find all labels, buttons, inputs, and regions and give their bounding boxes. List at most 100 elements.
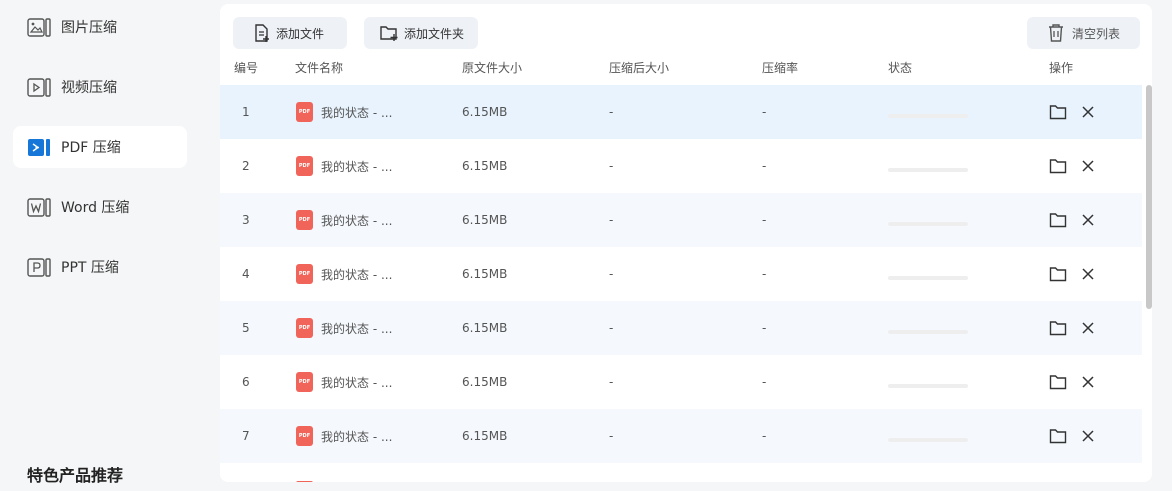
original-size: 6.15MB	[462, 213, 508, 227]
file-name: 我的状态 - ...	[321, 105, 393, 120]
compression-ratio: -	[762, 321, 767, 335]
sidebar-item-pdf-compress[interactable]: PDF 压缩	[13, 126, 187, 168]
clear-list-button[interactable]: 清空列表	[1027, 17, 1140, 49]
open-folder-icon[interactable]	[1048, 372, 1068, 392]
progress-bar	[888, 168, 968, 172]
sidebar-item-image-compress[interactable]: 图片压缩	[13, 6, 187, 48]
open-folder-icon[interactable]	[1048, 210, 1068, 230]
compression-ratio: -	[762, 159, 767, 173]
add-folder-button[interactable]: 添加文件夹	[364, 17, 478, 49]
sidebar: 图片压缩 视频压缩 PDF 压缩 Word 压缩 PPT 压缩 特色产品推荐	[0, 0, 200, 491]
add-folder-icon	[380, 26, 398, 41]
add-file-label: 添加文件	[276, 26, 325, 41]
compressed-size: -	[609, 105, 614, 119]
actions-cell	[1048, 355, 1098, 409]
row-index: 2	[242, 159, 250, 173]
compressed-size: -	[609, 213, 614, 227]
pdf-file-icon: PDF	[296, 156, 313, 176]
table-row[interactable]: 2 PDF 我的状态 - ... 6.15MB - -	[220, 139, 1142, 193]
featured-products-heading: 特色产品推荐	[27, 466, 124, 485]
progress-bar	[888, 330, 968, 334]
sidebar-item-word-compress[interactable]: Word 压缩	[13, 186, 187, 228]
file-name-cell: PDF 我的状态 - ...	[296, 85, 392, 139]
file-name: 我的状态 - ...	[321, 375, 393, 390]
open-folder-icon[interactable]	[1048, 264, 1068, 284]
column-header-original-size: 原文件大小	[462, 61, 523, 75]
compressed-size: -	[609, 375, 614, 389]
original-size: 6.15MB	[462, 375, 508, 389]
table-row[interactable]: 5 PDF 我的状态 - ... 6.15MB - -	[220, 301, 1142, 355]
original-size: 6.15MB	[462, 159, 508, 173]
progress-bar	[888, 438, 968, 442]
table-header: 编号 文件名称 原文件大小 压缩后大小 压缩率 状态 操作	[220, 59, 1142, 79]
file-name: 我的状态 - ...	[321, 267, 393, 282]
file-name-cell: PDF 我的状态 - ...	[296, 193, 392, 247]
close-icon[interactable]	[1078, 156, 1098, 176]
sidebar-item-label: PDF 压缩	[61, 140, 121, 156]
actions-cell	[1048, 301, 1098, 355]
column-header-ratio: 压缩率	[762, 61, 799, 75]
sidebar-item-video-compress[interactable]: 视频压缩	[13, 66, 187, 108]
pdf-file-icon: PDF	[296, 318, 313, 338]
open-folder-icon[interactable]	[1048, 426, 1068, 446]
sidebar-item-label: 图片压缩	[61, 20, 117, 36]
original-size: 6.15MB	[462, 267, 508, 281]
compression-ratio: -	[762, 105, 767, 119]
column-header-actions: 操作	[1049, 61, 1074, 75]
original-size: 6.15MB	[462, 429, 508, 443]
close-icon[interactable]	[1078, 210, 1098, 230]
sidebar-item-label: 视频压缩	[61, 80, 117, 96]
status-cell	[888, 409, 968, 463]
pdf-badge-partial	[296, 481, 313, 482]
row-index: 7	[242, 429, 250, 443]
table-row[interactable]: 6 PDF 我的状态 - ... 6.15MB - -	[220, 355, 1142, 409]
actions-cell	[1048, 247, 1098, 301]
file-name-cell: PDF 我的状态 - ...	[296, 301, 392, 355]
status-cell	[888, 301, 968, 355]
video-icon	[26, 75, 52, 99]
actions-cell	[1048, 139, 1098, 193]
table-row[interactable]: 1 PDF 我的状态 - ... 6.15MB - -	[220, 85, 1142, 139]
file-name-cell: PDF 我的状态 - ...	[296, 247, 392, 301]
add-file-button[interactable]: 添加文件	[233, 17, 347, 49]
compressed-size: -	[609, 267, 614, 281]
compression-ratio: -	[762, 267, 767, 281]
close-icon[interactable]	[1078, 264, 1098, 284]
table-row[interactable]: 3 PDF 我的状态 - ... 6.15MB - -	[220, 193, 1142, 247]
pdf-file-icon: PDF	[296, 102, 313, 122]
column-header-name: 文件名称	[295, 61, 344, 75]
table-row[interactable]: 4 PDF 我的状态 - ... 6.15MB - -	[220, 247, 1142, 301]
sidebar-item-ppt-compress[interactable]: PPT 压缩	[13, 246, 187, 288]
open-folder-icon[interactable]	[1048, 156, 1068, 176]
actions-cell	[1048, 193, 1098, 247]
pdf-file-icon: PDF	[296, 210, 313, 230]
row-index: 1	[242, 105, 250, 119]
column-header-compressed-size: 压缩后大小	[609, 61, 670, 75]
file-name-cell: PDF 我的状态 - ...	[296, 409, 392, 463]
clear-list-label: 清空列表	[1072, 26, 1121, 41]
image-icon	[26, 15, 52, 39]
original-size: 6.15MB	[462, 321, 508, 335]
open-folder-icon[interactable]	[1048, 318, 1068, 338]
original-size: 6.15MB	[462, 105, 508, 119]
actions-cell	[1048, 409, 1098, 463]
word-icon	[26, 195, 52, 219]
pdf-icon	[26, 135, 52, 159]
compressed-size: -	[609, 321, 614, 335]
close-icon[interactable]	[1078, 318, 1098, 338]
open-folder-icon[interactable]	[1048, 102, 1068, 122]
vertical-scrollbar[interactable]	[1146, 85, 1152, 309]
close-icon[interactable]	[1078, 372, 1098, 392]
close-icon[interactable]	[1078, 426, 1098, 446]
pdf-file-icon: PDF	[296, 372, 313, 392]
progress-bar	[888, 384, 968, 388]
column-header-index: 编号	[234, 61, 259, 75]
compression-ratio: -	[762, 429, 767, 443]
table-row[interactable]: 7 PDF 我的状态 - ... 6.15MB - -	[220, 409, 1142, 463]
close-icon[interactable]	[1078, 102, 1098, 122]
pdf-file-icon: PDF	[296, 264, 313, 284]
trash-icon	[1049, 24, 1063, 42]
row-index: 5	[242, 321, 250, 335]
file-name-cell: PDF 我的状态 - ...	[296, 139, 392, 193]
status-cell	[888, 139, 968, 193]
